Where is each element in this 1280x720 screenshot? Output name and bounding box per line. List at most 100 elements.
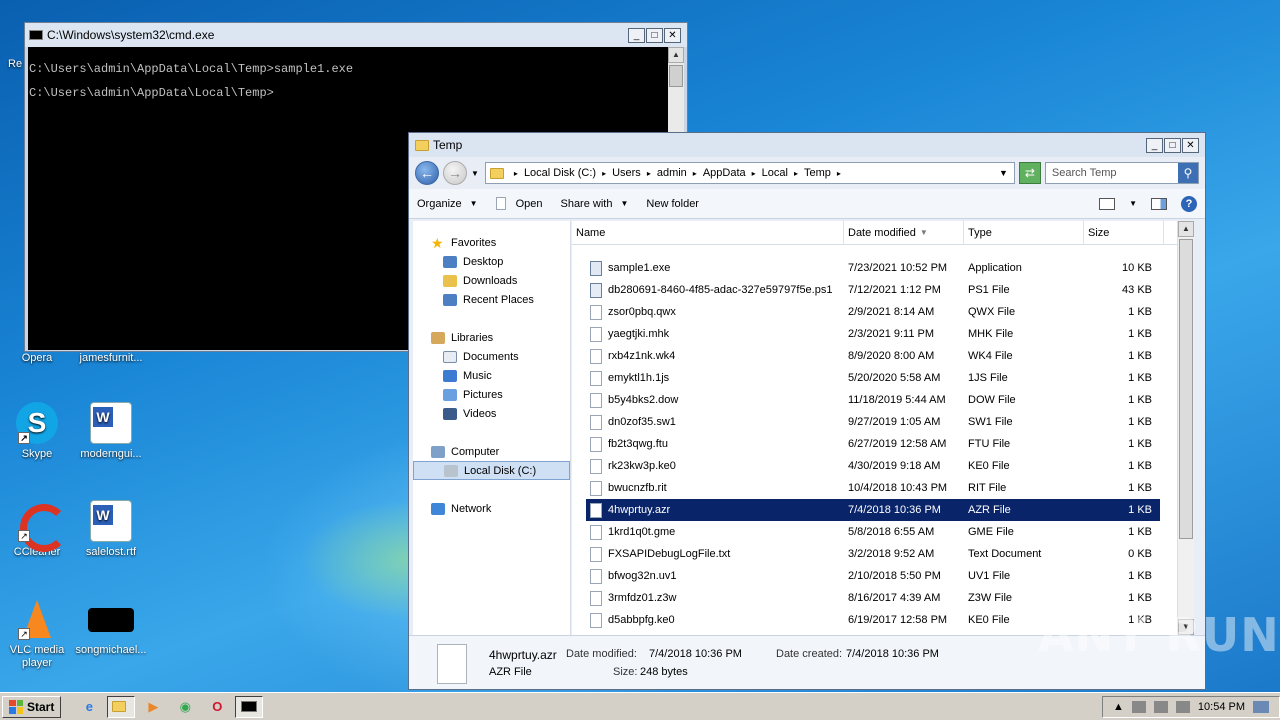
search-input[interactable]: Search Temp ⚲ xyxy=(1044,162,1199,184)
taskbar-cmd[interactable] xyxy=(235,695,264,718)
nav-videos[interactable]: Videos xyxy=(413,404,570,423)
nav-favorites[interactable]: ★ Favorites xyxy=(413,233,570,252)
file-icon xyxy=(590,458,602,474)
file-list[interactable]: Name Date modified ▼ Type Size sample1.ex… xyxy=(572,221,1194,635)
file-row[interactable]: bwucnzfb.rit 10/4/2018 10:43 PM RIT File 1 … xyxy=(572,477,1194,499)
file-list-scrollbar[interactable]: ▲ ▼ xyxy=(1177,221,1194,635)
organize-button[interactable]: Organize ▼ xyxy=(417,198,478,210)
taskbar-chrome[interactable]: ◉ xyxy=(171,696,199,718)
view-dropdown-icon[interactable]: ▼ xyxy=(1129,199,1137,208)
column-header-type[interactable]: Type xyxy=(964,221,1084,244)
taskbar-opera[interactable]: O xyxy=(203,696,231,718)
desktop-icon-vlc[interactable]: ↗ VLC media player xyxy=(0,598,74,670)
navigation-pane[interactable]: ★ Favorites Desktop Downloads Recent Plac… xyxy=(413,221,571,635)
file-row[interactable]: rxb4z1nk.wk4 8/9/2020 8:00 AM WK4 File 1 KB xyxy=(572,345,1194,367)
breadcrumb-local[interactable]: Local ▸ xyxy=(762,167,798,179)
maximize-button[interactable]: □ xyxy=(1164,137,1181,153)
show-hidden-icons-icon[interactable]: ▲ xyxy=(1113,701,1124,713)
file-row[interactable]: 1krd1q0t.gme 5/8/2018 6:55 AM GME File 1 KB xyxy=(572,521,1194,543)
file-row[interactable]: bfwog32n.uv1 2/10/2018 5:50 PM UV1 File 1 K… xyxy=(572,565,1194,587)
nav-documents[interactable]: Documents xyxy=(413,347,570,366)
desktop-icon-label: salelost.rtf xyxy=(85,546,137,558)
nav-recent-places[interactable]: Recent Places xyxy=(413,290,570,309)
action-center-icon[interactable] xyxy=(1131,700,1146,713)
open-button[interactable]: Open xyxy=(495,197,542,210)
file-name-cell: fb2t3qwg.ftu xyxy=(572,436,834,452)
volume-icon[interactable] xyxy=(1175,700,1190,713)
close-button[interactable]: ✕ xyxy=(1182,137,1199,153)
recent-pages-dropdown-icon[interactable]: ▼ xyxy=(471,169,479,178)
scroll-thumb[interactable] xyxy=(669,65,683,87)
back-button[interactable]: ← xyxy=(415,161,439,185)
details-size: 248 bytes xyxy=(640,666,688,678)
desktop-icon-skype[interactable]: S ↗ Skype xyxy=(0,402,74,461)
minimize-button[interactable]: _ xyxy=(1146,137,1163,153)
file-row[interactable]: fb2t3qwg.ftu 6/27/2019 12:58 AM FTU File 1 … xyxy=(572,433,1194,455)
file-row[interactable]: zsor0pbq.qwx 2/9/2021 8:14 AM QWX File 1 KB xyxy=(572,301,1194,323)
file-row[interactable]: 4hwprtuy.azr 7/4/2018 10:36 PM AZR File 1 K… xyxy=(586,499,1160,521)
column-header-date-modified[interactable]: Date modified ▼ xyxy=(844,221,964,244)
nav-desktop[interactable]: Desktop xyxy=(413,252,570,271)
forward-button[interactable]: → xyxy=(443,161,467,185)
desktop-icon-salelost[interactable]: salelost.rtf xyxy=(74,500,148,559)
column-header-size[interactable]: Size xyxy=(1084,221,1164,244)
show-desktop-icon[interactable] xyxy=(1253,700,1269,713)
nav-music[interactable]: Music xyxy=(413,366,570,385)
network-tray-icon[interactable] xyxy=(1153,700,1168,713)
explorer-titlebar[interactable]: Temp _ □ ✕ xyxy=(409,133,1205,157)
nav-computer[interactable]: Computer xyxy=(413,442,570,461)
column-header-name[interactable]: Name xyxy=(572,221,844,244)
scroll-up-icon[interactable]: ▲ xyxy=(668,47,684,63)
file-row[interactable]: 3rmfdz01.z3w 8/16/2017 4:39 AM Z3W File 1 K… xyxy=(572,587,1194,609)
file-row[interactable]: b5y4bks2.dow 11/18/2019 5:44 AM DOW File 1 … xyxy=(572,389,1194,411)
file-row[interactable]: emyktl1h.1js 5/20/2020 5:58 AM 1JS File 1 K… xyxy=(572,367,1194,389)
address-dropdown-icon[interactable]: ▼ xyxy=(999,168,1008,178)
breadcrumb-users[interactable]: Users ▸ xyxy=(612,167,651,179)
nav-local-disk[interactable]: Local Disk (C:) xyxy=(413,461,570,480)
nav-label: Computer xyxy=(451,445,500,458)
nav-network[interactable]: Network xyxy=(413,499,570,518)
taskbar-internet-explorer[interactable]: e xyxy=(75,696,103,718)
file-name-cell: dn0zof35.sw1 xyxy=(572,414,834,430)
cmd-titlebar[interactable]: C:\Windows\system32\cmd.exe _ □ ✕ xyxy=(25,23,687,47)
breadcrumb-arrow-icon[interactable]: ▸ xyxy=(514,169,518,178)
help-icon[interactable]: ? xyxy=(1181,195,1197,212)
maximize-button[interactable]: □ xyxy=(646,27,663,43)
taskbar-explorer[interactable] xyxy=(107,695,136,718)
nav-label: Pictures xyxy=(463,388,503,401)
file-row[interactable]: FXSAPIDebugLogFile.txt 3/2/2018 9:52 AM Te… xyxy=(572,543,1194,565)
skype-icon: S ↗ xyxy=(16,402,58,444)
start-button[interactable]: Start xyxy=(2,695,62,718)
file-row[interactable]: db280691-8460-4f85-adac-327e59797f5e.ps1… xyxy=(572,279,1194,301)
breadcrumb-local-disk[interactable]: Local Disk (C:) ▸ xyxy=(524,167,606,179)
nav-downloads[interactable]: Downloads xyxy=(413,271,570,290)
change-view-icon[interactable] xyxy=(1099,197,1116,210)
explorer-window[interactable]: Temp _ □ ✕ ← → ▼ ▸ Local Disk (C:) ▸ User… xyxy=(408,132,1206,690)
scroll-up-icon[interactable]: ▲ xyxy=(1178,221,1194,237)
file-date: 3/2/2018 9:52 AM xyxy=(848,548,935,560)
nav-pictures[interactable]: Pictures xyxy=(413,385,570,404)
breadcrumb-admin[interactable]: admin ▸ xyxy=(657,167,697,179)
file-row[interactable]: yaegtjki.mhk 2/3/2021 9:11 PM MHK File 1 KB xyxy=(572,323,1194,345)
desktop-icon-moderngui[interactable]: moderngui... xyxy=(74,402,148,461)
file-row[interactable]: rk23kw3p.ke0 4/30/2019 9:18 AM KE0 File 1 K… xyxy=(572,455,1194,477)
file-row[interactable]: sample1.exe 7/23/2021 10:52 PM Application… xyxy=(572,257,1194,279)
new-folder-button[interactable]: New folder xyxy=(646,198,699,210)
file-name: zsor0pbq.qwx xyxy=(608,306,676,318)
breadcrumb-temp[interactable]: Temp ▸ xyxy=(804,167,841,179)
file-row[interactable]: dn0zof35.sw1 9/27/2019 1:05 AM SW1 File 1 K… xyxy=(572,411,1194,433)
close-button[interactable]: ✕ xyxy=(664,27,681,43)
desktop-icon-ccleaner[interactable]: ↗ CCleaner xyxy=(0,500,74,559)
clock[interactable]: 10:54 PM xyxy=(1198,701,1245,713)
taskbar-media-player[interactable]: ▶ xyxy=(139,696,167,718)
search-icon[interactable]: ⚲ xyxy=(1178,163,1198,183)
desktop-icon-songmichael[interactable]: songmichael... xyxy=(74,598,148,657)
breadcrumb-appdata[interactable]: AppData ▸ xyxy=(703,167,756,179)
scroll-thumb[interactable] xyxy=(1179,239,1193,539)
refresh-button[interactable]: ⇄ xyxy=(1018,162,1041,184)
nav-libraries[interactable]: Libraries xyxy=(413,328,570,347)
share-with-button[interactable]: Share with ▼ xyxy=(560,198,628,210)
minimize-button[interactable]: _ xyxy=(628,27,645,43)
address-bar[interactable]: ▸ Local Disk (C:) ▸ Users ▸ admin ▸ AppData… xyxy=(484,162,1015,184)
preview-pane-icon[interactable] xyxy=(1151,197,1167,210)
